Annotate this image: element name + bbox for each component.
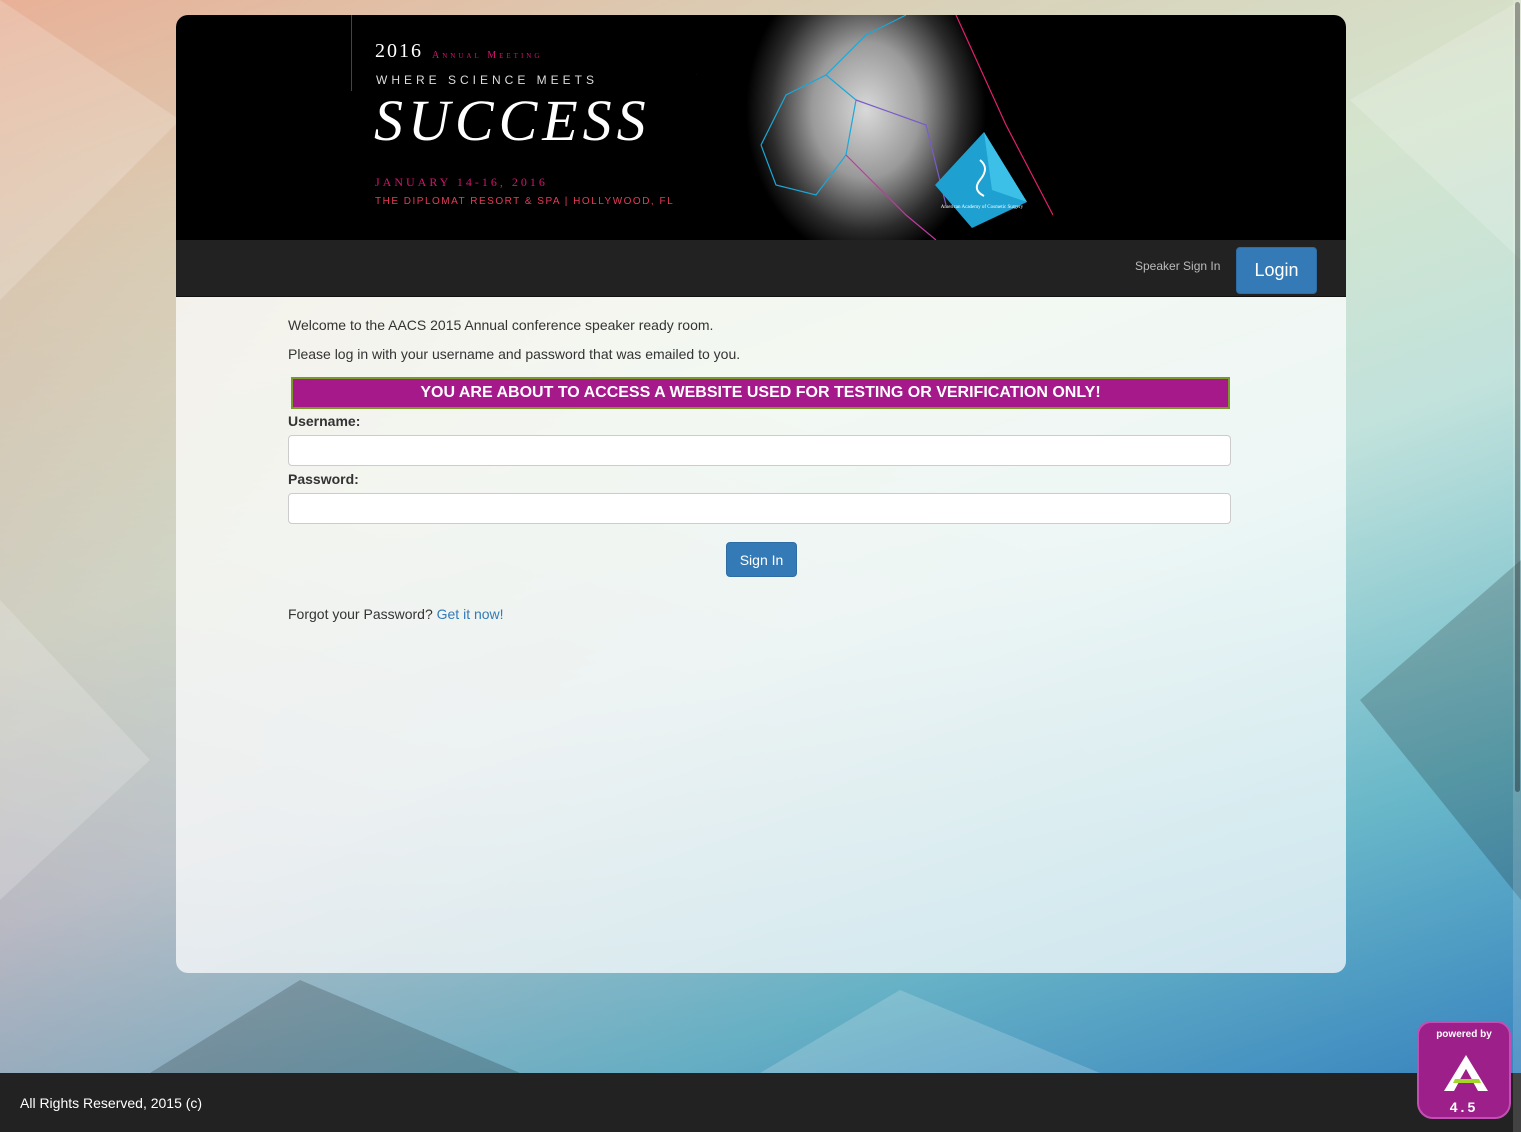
page-footer: All Rights Reserved, 2015 (c): [0, 1073, 1521, 1132]
banner-divider: [351, 15, 352, 91]
instructions-text: Please log in with your username and pas…: [288, 346, 741, 362]
testing-warning-banner: YOU ARE ABOUT TO ACCESS A WEBSITE USED F…: [291, 377, 1230, 409]
aacs-logo: American Academy of Cosmetic Surgery: [935, 132, 1027, 228]
password-input[interactable]: [288, 493, 1231, 524]
banner-year: 2016: [375, 40, 423, 62]
login-button[interactable]: Login: [1236, 247, 1317, 294]
copyright-text: All Rights Reserved, 2015 (c): [20, 1095, 203, 1111]
conference-banner: 2016 Annual Meeting WHERE SCIENCE MEETS …: [176, 15, 1346, 240]
get-it-now-link[interactable]: Get it now!: [437, 606, 504, 622]
banner-venue: THE DIPLOMAT RESORT & SPA | HOLLYWOOD, F…: [375, 196, 675, 207]
speaker-sign-in-link[interactable]: Speaker Sign In: [1135, 259, 1220, 273]
scrollbar-thumb[interactable]: [1515, 2, 1520, 792]
banner-annual-meeting: Annual Meeting: [432, 50, 543, 61]
password-label: Password:: [288, 471, 359, 487]
welcome-text: Welcome to the AACS 2015 Annual conferen…: [288, 317, 714, 333]
username-label: Username:: [288, 413, 361, 429]
sign-in-button[interactable]: Sign In: [726, 542, 797, 577]
powered-by-badge[interactable]: powered by 4.5: [1417, 1021, 1511, 1119]
main-card: 2016 Annual Meeting WHERE SCIENCE MEETS …: [176, 15, 1346, 973]
forgot-password-text: Forgot your Password?: [288, 606, 433, 622]
page: { "banner": { "year": "2016", "annual": …: [0, 0, 1521, 1132]
banner-portrait-image: American Academy of Cosmetic Surgery: [696, 15, 1053, 240]
brand-a-icon: [1444, 1055, 1488, 1091]
banner-date: JANUARY 14-16, 2016: [375, 175, 548, 189]
forgot-password-row: Forgot your Password? Get it now!: [288, 606, 504, 622]
version-label: 4.5: [1449, 1099, 1479, 1115]
top-navbar: Speaker Sign In Login: [176, 240, 1346, 297]
banner-headline: SUCCESS: [374, 88, 651, 153]
username-input[interactable]: [288, 435, 1231, 466]
powered-by-label: powered by: [1436, 1029, 1492, 1040]
banner-tagline: WHERE SCIENCE MEETS: [376, 73, 599, 87]
aacs-logo-text: American Academy of Cosmetic Surgery: [941, 205, 1024, 210]
